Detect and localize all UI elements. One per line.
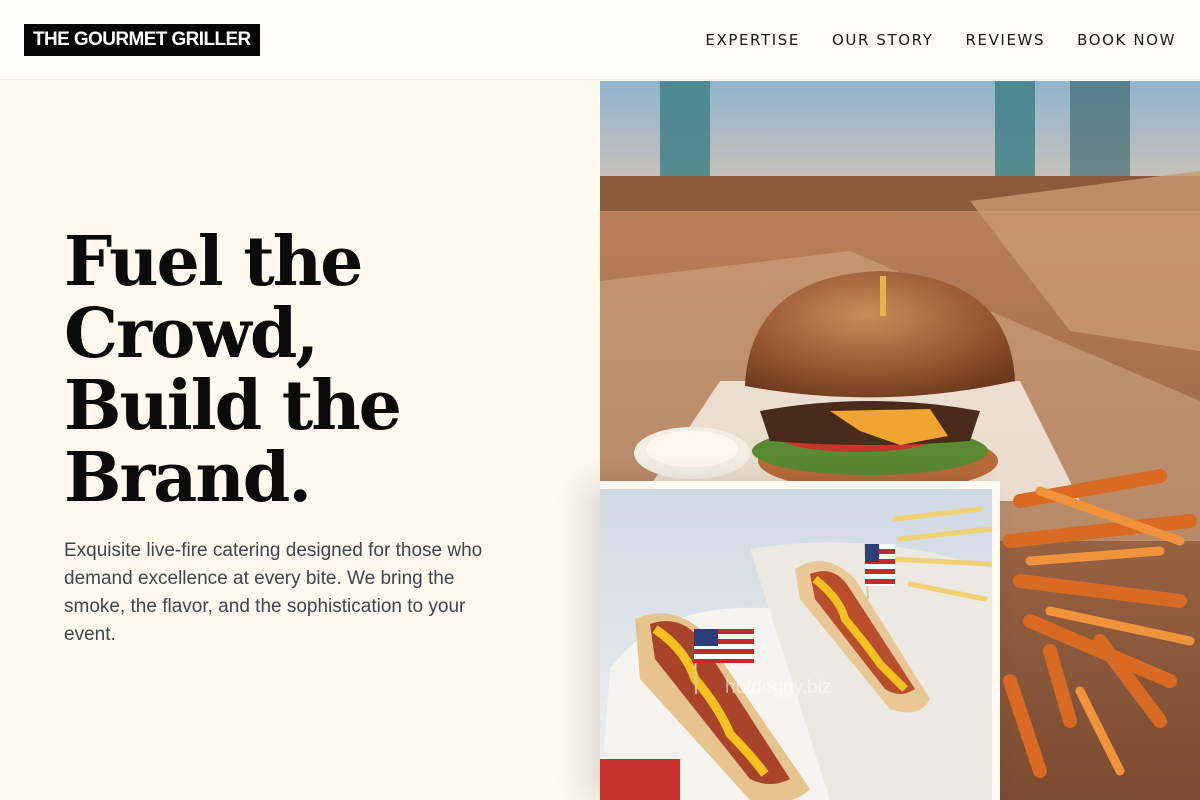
hero-subtext: Exquisite live-fire catering designed fo… xyxy=(64,540,483,645)
headline-line-4: Brand. xyxy=(64,438,312,518)
site-header: THE GOURMET GRILLER EXPERTISE OUR STORY … xyxy=(0,0,1200,80)
nav-link-reviews[interactable]: REVIEWS xyxy=(965,31,1045,49)
nav-link-book-now[interactable]: BOOK NOW xyxy=(1077,31,1176,49)
nav-link-expertise[interactable]: EXPERTISE xyxy=(705,31,800,49)
headline-line-1: Fuel the xyxy=(64,222,363,302)
headline-line-2: Crowd, xyxy=(64,294,319,374)
hero-headline: Fuel the Crowd, Build the Brand. xyxy=(64,226,544,514)
main-nav: EXPERTISE OUR STORY REVIEWS BOOK NOW xyxy=(705,31,1176,49)
hotdog-watermark: hotdoggy.biz xyxy=(725,677,831,698)
nav-link-our-story[interactable]: OUR STORY xyxy=(832,31,934,49)
brand-logo[interactable]: THE GOURMET GRILLER xyxy=(24,23,260,56)
headline-line-3: Build the xyxy=(64,366,402,446)
hot-dogs-with-flags-photo: hotdoggy.biz xyxy=(600,481,1000,800)
